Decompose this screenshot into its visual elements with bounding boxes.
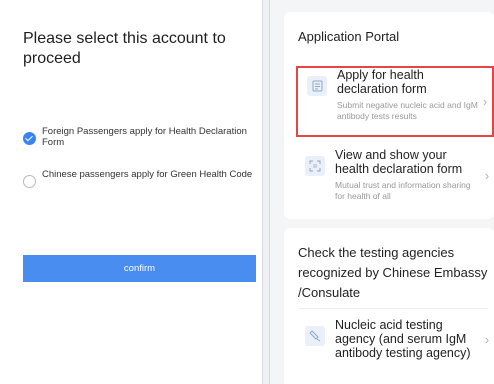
option-foreign-passengers[interactable]: Foreign Passengers apply for Health Decl… xyxy=(23,126,255,148)
item-title: Nucleic acid testing agency (and serum I… xyxy=(335,318,471,360)
panel-divider xyxy=(262,0,270,384)
page-title: Please select this account to proceed xyxy=(23,30,226,67)
option-chinese-passengers[interactable]: Chinese passengers apply for Green Healt… xyxy=(23,169,255,188)
radio-unchecked-icon[interactable] xyxy=(23,175,36,188)
test-tube-icon xyxy=(305,326,325,346)
item-title: Apply for health declaration form xyxy=(337,68,427,96)
option-label: Foreign Passengers apply for Health Decl… xyxy=(42,126,247,148)
apply-health-declaration-item[interactable]: Apply for health declaration form Submit… xyxy=(296,66,494,137)
application-portal-card: Application Portal Apply for health decl… xyxy=(284,12,494,219)
chevron-right-icon: › xyxy=(482,94,488,109)
view-health-declaration-item[interactable]: View and show your health declaration fo… xyxy=(296,148,494,202)
portal-title: Application Portal xyxy=(298,29,400,44)
confirm-button[interactable]: confirm xyxy=(23,255,256,282)
radio-checked-icon[interactable] xyxy=(23,132,36,145)
item-text: Nucleic acid testing agency (and serum I… xyxy=(335,318,480,360)
item-subtitle: Submit negative nucleic acid and IgM ant… xyxy=(337,100,478,121)
item-text: View and show your health declaration fo… xyxy=(335,148,480,202)
item-title: View and show your health declaration fo… xyxy=(335,148,463,176)
document-icon xyxy=(307,76,327,96)
option-label: Chinese passengers apply for Green Healt… xyxy=(42,169,253,180)
agencies-title: Check the testing agencies recognized by… xyxy=(298,245,488,300)
item-subtitle: Mutual trust and information sharing for… xyxy=(335,180,471,201)
testing-agencies-card: Check the testing agencies recognized by… xyxy=(284,228,494,384)
item-text: Apply for health declaration form Submit… xyxy=(337,68,478,135)
nucleic-acid-agency-item[interactable]: Nucleic acid testing agency (and serum I… xyxy=(296,318,494,360)
chevron-right-icon: › xyxy=(484,167,490,183)
chevron-right-icon: › xyxy=(484,331,490,347)
account-select-panel: Please select this account to proceed Fo… xyxy=(0,0,262,384)
scan-icon xyxy=(305,156,325,176)
application-portal-panel: Application Portal Apply for health decl… xyxy=(270,0,494,384)
divider xyxy=(298,308,488,309)
